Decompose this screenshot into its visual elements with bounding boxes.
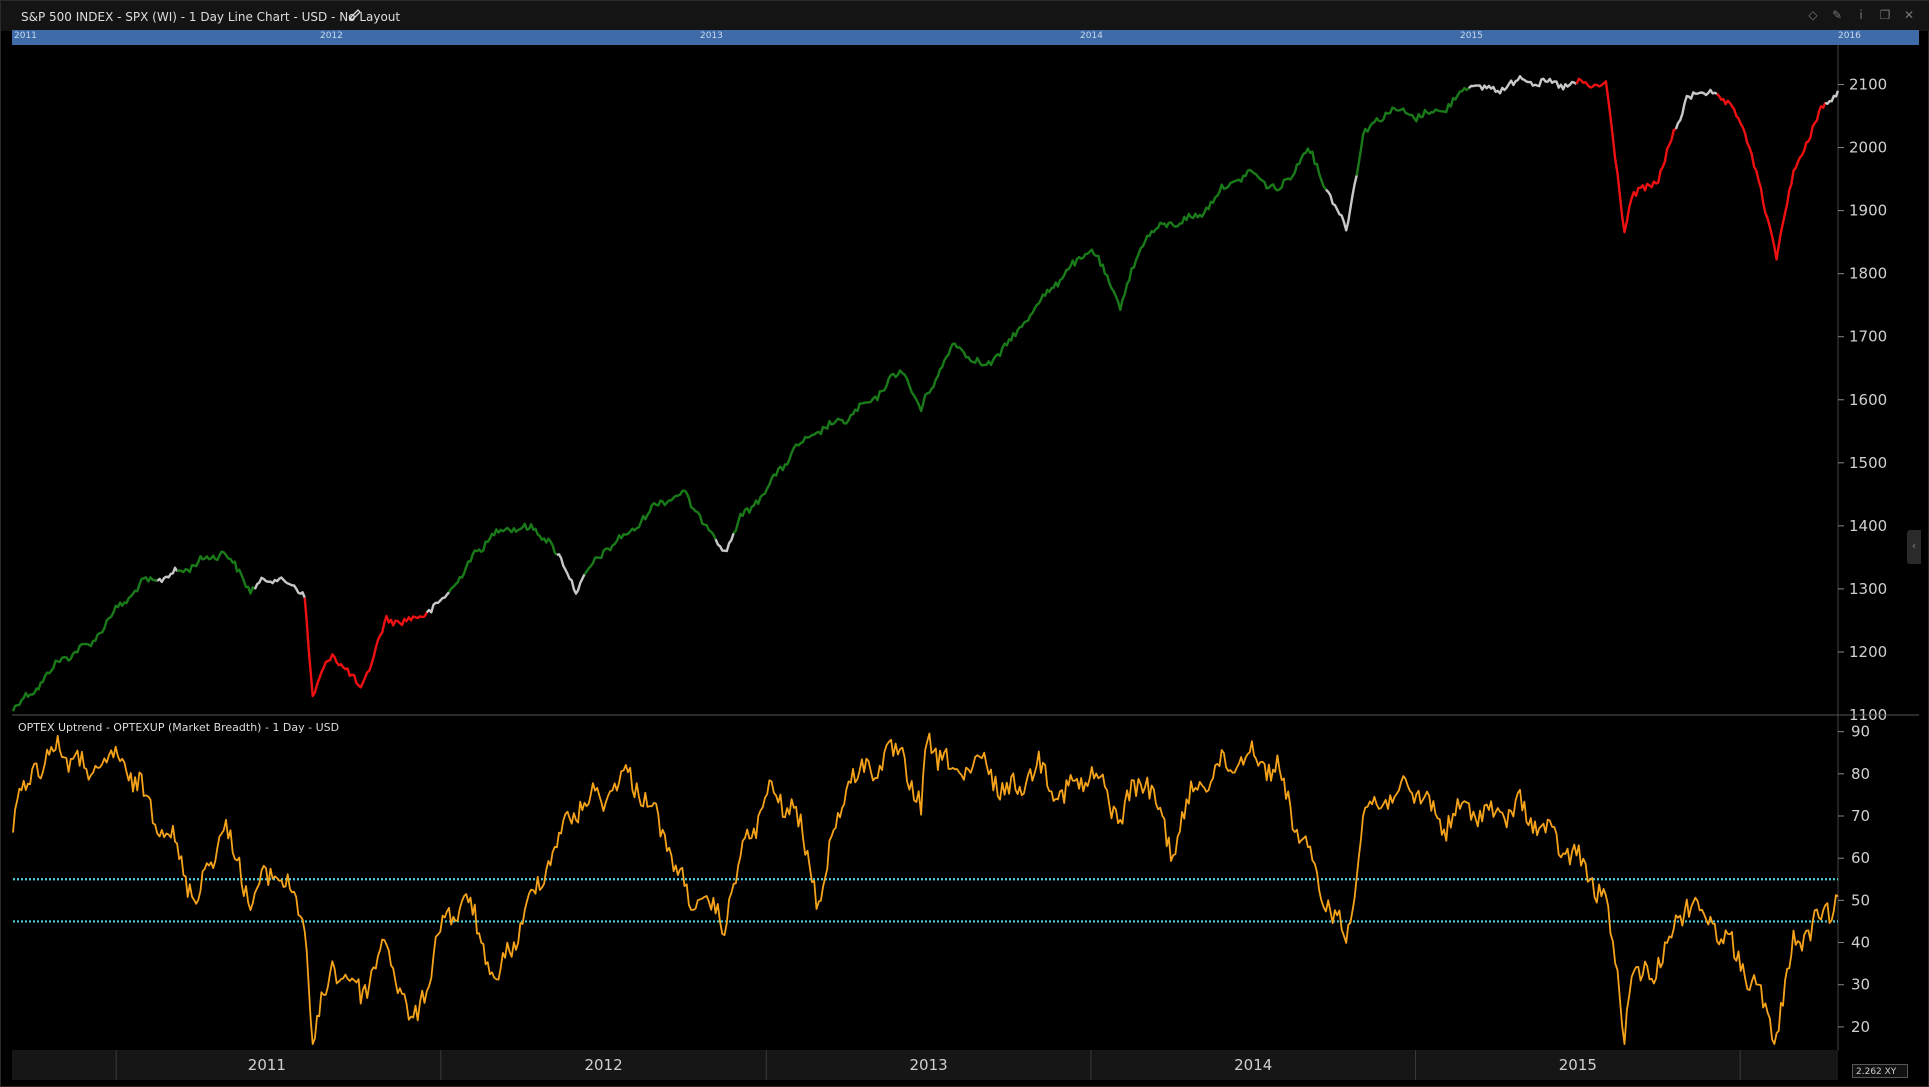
price-tick-label: 2100 [1849, 76, 1887, 94]
breadth-panel: 20 30 40 50 60 70 80 90 [12, 723, 1870, 1045]
zoom-value: 2.262 [1856, 1067, 1882, 1077]
price-line-segment [176, 550, 256, 595]
chart-window: S&P 500 INDEX - SPX (WI) - 1 Day Line Ch… [0, 0, 1929, 1087]
price-line-segment [583, 489, 717, 576]
year-label: 2015 [1559, 1056, 1597, 1074]
collapse-panel-tab[interactable]: ‹ [1907, 530, 1921, 564]
year-label: 2011 [248, 1056, 286, 1074]
year-label: 2013 [910, 1056, 948, 1074]
zoom-readout[interactable]: 2.262 XY [1852, 1064, 1908, 1078]
price-line-segment [156, 566, 179, 584]
price-tick-label: 1300 [1849, 580, 1887, 598]
breadth-tick-label: 30 [1851, 976, 1870, 994]
price-line-segment [1824, 90, 1840, 106]
price-line-segment [1325, 175, 1358, 232]
breadth-panel-title: OPTEX Uptrend - OPTEXUP (Market Breadth)… [18, 721, 340, 734]
breadth-tick-label: 90 [1851, 723, 1870, 741]
price-line-segment [303, 597, 428, 698]
zoom-suffix: XY [1884, 1067, 1897, 1077]
price-line-segment [1674, 88, 1718, 130]
year-label: 2012 [584, 1056, 622, 1074]
breadth-tick-label: 70 [1851, 807, 1870, 825]
price-line-segment [732, 147, 1327, 534]
price-line-segment [425, 591, 450, 614]
breadth-tick-label: 40 [1851, 934, 1870, 952]
price-tick-label: 1200 [1849, 643, 1887, 661]
price-line-segment [1355, 86, 1470, 176]
price-line-segment [1468, 74, 1578, 95]
price-tick-label: 1700 [1849, 328, 1887, 346]
price-tick-label: 1900 [1849, 202, 1887, 220]
chart-canvas[interactable]: 1100120013001400150016001700180019002000… [1, 1, 1929, 1087]
breadth-tick-label: 80 [1851, 765, 1870, 783]
price-line-segment [556, 553, 586, 595]
price-tick-label: 1400 [1849, 517, 1887, 535]
price-tick-label: 2000 [1849, 139, 1887, 157]
breadth-tick-label: 50 [1851, 891, 1870, 909]
price-panel: 1100120013001400150016001700180019002000… [11, 45, 1919, 1051]
price-line-segment [1575, 77, 1677, 234]
breadth-line [12, 732, 1839, 1045]
breadth-tick-label: 20 [1851, 1018, 1870, 1036]
price-line-segment [1716, 93, 1827, 261]
breadth-tick-label: 60 [1851, 849, 1870, 867]
price-line-segment [11, 576, 158, 712]
price-line-segment [447, 522, 558, 593]
time-axis: 2011 2012 2013 2014 2015 [12, 1050, 1838, 1080]
price-line-segment [714, 532, 735, 553]
year-label: 2014 [1234, 1056, 1272, 1074]
price-tick-label: 1600 [1849, 391, 1887, 409]
price-tick-label: 1800 [1849, 265, 1887, 283]
price-line-segment [253, 576, 306, 599]
price-tick-label: 1500 [1849, 454, 1887, 472]
